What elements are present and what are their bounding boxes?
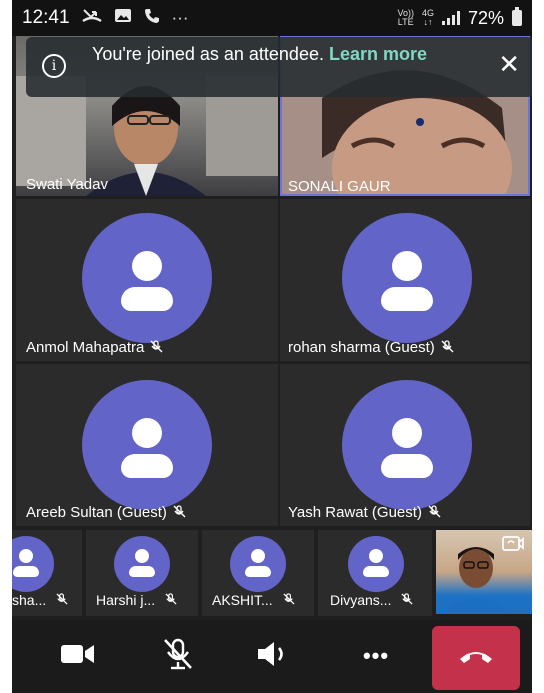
info-icon: i [42,54,66,78]
avatar [230,536,286,592]
participant-tile[interactable]: Anmol Mahapatra [16,199,278,361]
banner-message: You're joined as an attendee. Learn more [92,44,428,64]
gallery-icon [114,8,132,28]
strip-participant-label: Harshi j... [96,592,177,608]
strip-participant-label: AKSHIT... [212,592,295,608]
strip-participant-tile[interactable]: sha... [12,530,82,616]
mic-off-icon [428,504,441,521]
battery-icon [512,7,522,26]
participant-tile[interactable]: rohan sharma (Guest) [280,199,530,361]
more-button[interactable]: ••• [348,634,404,678]
more-icon: ••• [362,643,390,668]
participant-tile[interactable]: Yash Rawat (Guest) [280,364,530,526]
missed-call-icon [81,8,102,29]
mic-off-icon [441,339,454,356]
hang-up-button[interactable] [432,626,520,690]
close-icon[interactable]: ✕ [498,51,520,77]
participant-name: SONALI GAUR [288,178,391,195]
battery-percent: 72% [467,7,504,28]
strip-participant-label: sha... [12,592,68,608]
camera-button[interactable] [50,634,106,678]
mic-off-icon [56,592,68,608]
status-bar: 12:41 ··· Vo)) LTE 4G ↓↑ 72% [12,0,532,36]
speaker-button[interactable] [246,634,302,678]
mic-button[interactable] [150,634,206,678]
more-dots-icon: ··· [171,8,189,27]
avatar [82,213,212,343]
mic-off-icon [150,339,163,356]
participant-label: Anmol Mahapatra [26,339,163,356]
speaker-icon [256,640,292,673]
avatar [342,213,472,343]
meeting-screen: 12:41 ··· Vo)) LTE 4G ↓↑ 72% Swati Yadav… [12,0,532,693]
mic-off-icon [173,504,186,521]
camera-icon [60,642,96,671]
avatar [12,536,54,592]
switch-camera-icon[interactable] [502,534,524,557]
mic-off-icon [283,592,295,608]
attendee-banner: i You're joined as an attendee. Learn mo… [26,37,532,97]
participant-label: Areeb Sultan (Guest) [26,504,186,521]
self-video-preview[interactable] [436,530,532,614]
learn-more-link[interactable]: Learn more [329,44,427,64]
volte-icon: Vo)) LTE [397,8,414,27]
status-right: Vo)) LTE 4G ↓↑ 72% [397,7,522,29]
mic-off-icon [401,592,414,608]
mic-off-icon [161,638,195,675]
strip-participant-tile[interactable]: Harshi j... [86,530,198,616]
participant-label: rohan sharma (Guest) [288,339,454,356]
network-type-icon: 4G ↓↑ [421,8,434,27]
signal-icon [441,11,460,25]
avatar [348,536,404,592]
avatar [82,380,212,510]
strip-participant-tile[interactable]: Divyans... [318,530,432,616]
avatar [342,380,472,510]
participant-name: Swati Yadav [26,176,108,193]
status-time: 12:41 [22,7,70,28]
phone-icon [144,8,160,29]
hang-up-icon [457,647,495,670]
strip-participant-tile[interactable]: AKSHIT... [202,530,314,616]
call-controls: ••• [12,620,532,693]
mic-off-icon [165,592,177,608]
participant-label: Yash Rawat (Guest) [288,504,441,521]
participant-tile[interactable]: Areeb Sultan (Guest) [16,364,278,526]
strip-participant-label: Divyans... [330,592,414,608]
avatar [114,536,170,592]
